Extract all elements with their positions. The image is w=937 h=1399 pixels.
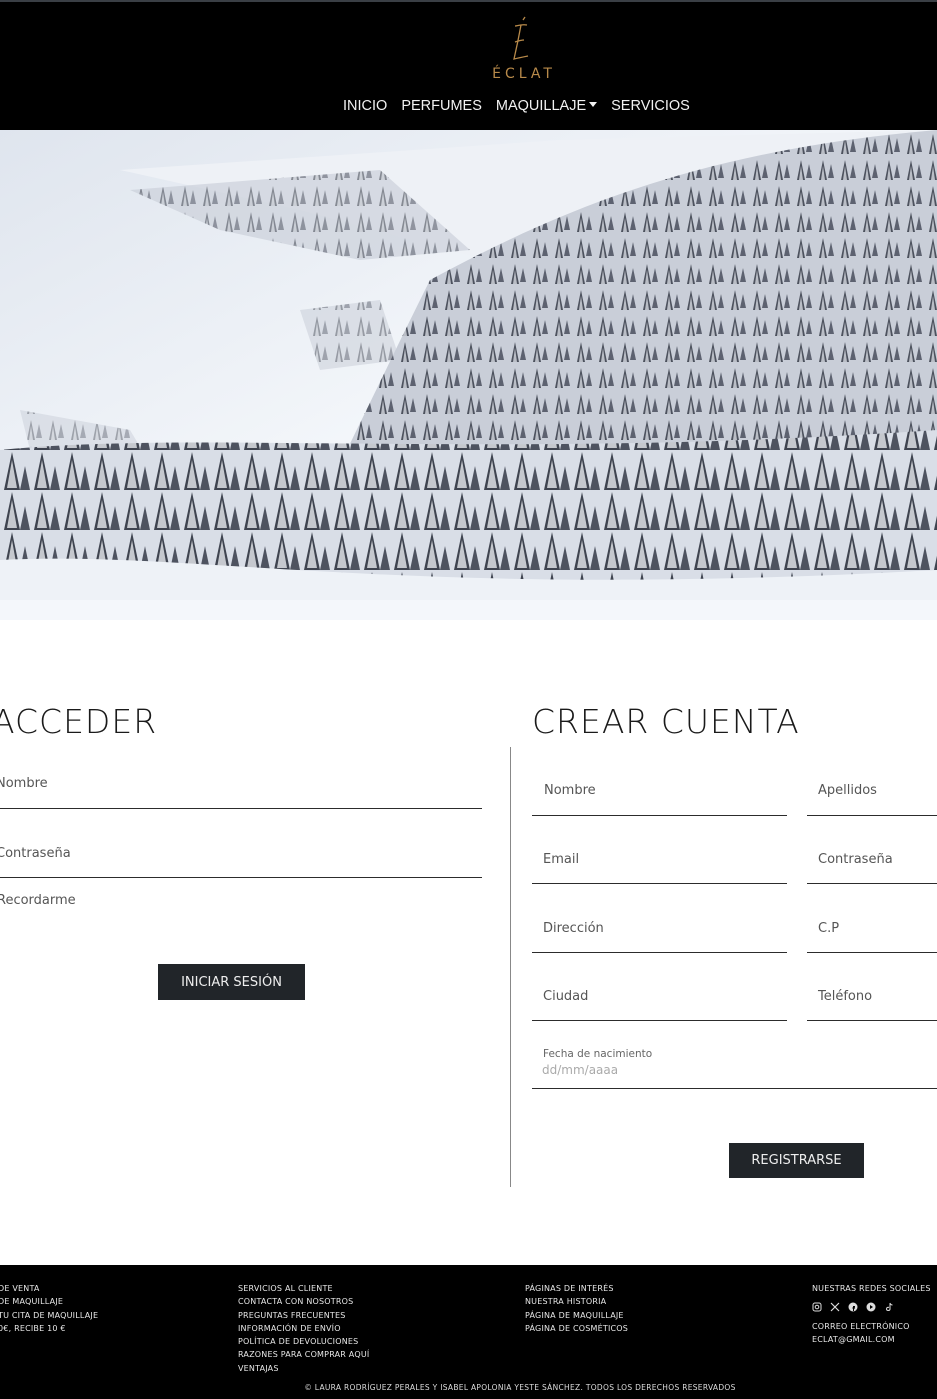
nav-perfumes[interactable]: PERFUMES xyxy=(401,98,482,114)
footer-link[interactable]: DE MAQUILLAJE xyxy=(0,1295,98,1308)
footer-link[interactable]: TU CITA DE MAQUILLAJE xyxy=(0,1309,98,1322)
form-divider xyxy=(510,747,511,1187)
register-email-placeholder: Email xyxy=(543,852,580,867)
nav-maquillaje[interactable]: MAQUILLAJE xyxy=(495,98,598,114)
chevron-down-icon xyxy=(589,102,598,107)
register-city-placeholder: Ciudad xyxy=(543,989,589,1004)
footer-sales-title: DE VENTA xyxy=(0,1284,40,1293)
snow-mountain-image xyxy=(0,130,937,620)
footer-link[interactable]: PÁGINA DE MAQUILLAJE xyxy=(525,1309,628,1322)
register-email-field[interactable]: Email xyxy=(532,845,787,884)
footer-col-pages: PÁGINAS DE INTERÉS NUESTRA HISTORIA PÁGI… xyxy=(525,1282,628,1335)
register-address-placeholder: Dirección xyxy=(543,921,604,936)
register-surname-field[interactable]: Apellidos xyxy=(807,776,937,816)
register-address-field[interactable]: Dirección xyxy=(532,914,787,953)
contact-email[interactable]: ECLAT@GMAIL.COM xyxy=(812,1333,931,1346)
register-title: CREAR CUENTA xyxy=(532,702,800,741)
tiktok-icon[interactable] xyxy=(884,1302,894,1312)
eclat-logo-icon[interactable] xyxy=(503,16,537,62)
login-name-field[interactable]: Nombre xyxy=(0,771,482,809)
register-name-placeholder: Nombre xyxy=(544,783,596,798)
footer-link[interactable]: CONTACTA CON NOSOTROS xyxy=(238,1295,369,1308)
nav-maquillaje-label: MAQUILLAJE xyxy=(495,98,587,114)
footer-customer-title: SERVICIOS AL CLIENTE xyxy=(238,1284,333,1293)
register-phone-field[interactable]: Teléfono xyxy=(807,982,937,1021)
login-password-placeholder: Contraseña xyxy=(0,846,71,861)
login-button[interactable]: INICIAR SESIÓN xyxy=(158,964,305,1000)
register-name-field[interactable]: Nombre xyxy=(532,776,787,816)
register-password-placeholder: Contraseña xyxy=(818,852,893,867)
register-button[interactable]: REGISTRARSE xyxy=(729,1143,864,1178)
main-nav: INICIO PERFUMES MAQUILLAJE SERVICIOS xyxy=(343,98,690,114)
birthdate-placeholder: dd/mm/aaaa xyxy=(542,1063,619,1077)
birthdate-label: Fecha de nacimiento xyxy=(543,1048,653,1060)
login-title: ACCEDER xyxy=(0,702,158,741)
site-footer: DE VENTA DE MAQUILLAJE TU CITA DE MAQUIL… xyxy=(0,1265,937,1399)
footer-link[interactable]: PÁGINA DE COSMÉTICOS xyxy=(525,1322,628,1335)
site-header: ÉCLAT INICIO PERFUMES MAQUILLAJE SERVICI… xyxy=(0,0,937,130)
nav-servicios[interactable]: SERVICIOS xyxy=(611,98,690,114)
login-name-placeholder: Nombre xyxy=(0,776,48,791)
social-title: NUESTRAS REDES SOCIALES xyxy=(812,1284,931,1293)
register-phone-placeholder: Teléfono xyxy=(818,989,873,1004)
instagram-icon[interactable] xyxy=(812,1302,822,1312)
remember-me-checkbox[interactable]: Recordarme xyxy=(0,893,76,908)
youtube-icon[interactable] xyxy=(866,1302,876,1312)
footer-link[interactable]: NUESTRA HISTORIA xyxy=(525,1295,628,1308)
facebook-icon[interactable] xyxy=(848,1302,858,1312)
footer-pages-title: PÁGINAS DE INTERÉS xyxy=(525,1284,614,1293)
hero-image xyxy=(0,130,937,620)
social-icons xyxy=(812,1300,931,1313)
copyright-text: © LAURA RODRÍGUEZ PERALES Y ISABEL APOLO… xyxy=(304,1383,736,1392)
footer-link[interactable]: INFORMACIÓN DE ENVÍO xyxy=(238,1322,369,1335)
footer-link[interactable]: VENTAJAS xyxy=(238,1362,369,1375)
nav-inicio[interactable]: INICIO xyxy=(343,98,387,114)
footer-col-sales: DE VENTA DE MAQUILLAJE TU CITA DE MAQUIL… xyxy=(0,1282,98,1335)
footer-col-customer-service: SERVICIOS AL CLIENTE CONTACTA CON NOSOTR… xyxy=(238,1282,369,1375)
footer-link[interactable]: 0€, RECIBE 10 € xyxy=(0,1322,98,1335)
register-password-field[interactable]: Contraseña xyxy=(807,845,937,884)
email-label: CORREO ELECTRÓNICO xyxy=(812,1321,910,1331)
register-surname-placeholder: Apellidos xyxy=(818,783,877,798)
footer-link[interactable]: RAZONES PARA COMPRAR AQUÍ xyxy=(238,1348,369,1361)
footer-col-social: NUESTRAS REDES SOCIALES CORREO ELECTRÓNI… xyxy=(812,1282,931,1346)
x-icon[interactable] xyxy=(830,1302,840,1312)
footer-link[interactable]: POLÍTICA DE DEVOLUCIONES xyxy=(238,1335,369,1348)
brand-name: ÉCLAT xyxy=(492,66,556,82)
login-password-field[interactable]: Contraseña xyxy=(0,840,482,878)
register-postal-code-field[interactable]: C.P xyxy=(807,914,937,953)
register-city-field[interactable]: Ciudad xyxy=(532,982,787,1021)
footer-link[interactable]: PREGUNTAS FRECUENTES xyxy=(238,1309,369,1322)
register-postal-code-placeholder: C.P xyxy=(818,921,840,936)
register-birthdate-field[interactable]: Fecha de nacimiento dd/mm/aaaa xyxy=(532,1044,937,1089)
